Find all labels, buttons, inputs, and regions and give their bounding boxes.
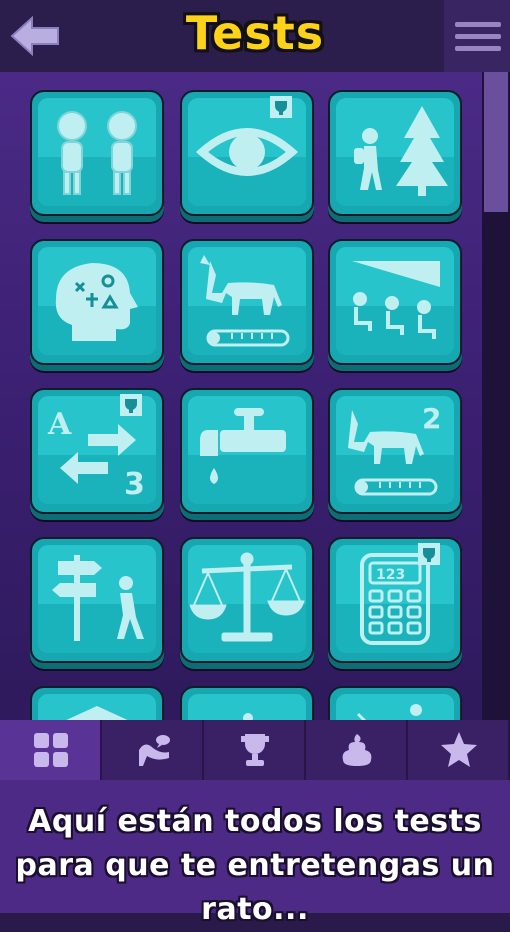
test-tile-row5-1[interactable]	[30, 686, 164, 720]
svg-text:A: A	[47, 407, 72, 442]
header-bar: Tests	[0, 0, 510, 74]
tests-grid[interactable]: A 3 2 123	[0, 72, 510, 720]
test-tile-head-thoughts[interactable]	[30, 239, 164, 365]
eye-icon	[195, 96, 299, 176]
signpost-walker-icon	[52, 555, 144, 641]
waiter-icon	[356, 704, 422, 720]
head-thoughts-icon	[55, 263, 138, 341]
tab-poop[interactable]	[306, 720, 408, 780]
test-tile-faucet[interactable]	[180, 388, 314, 514]
calculator-display: 123	[376, 567, 405, 583]
test-tile-signpost[interactable]	[30, 537, 164, 663]
hiker-tree-icon	[354, 106, 448, 196]
scrollbar[interactable]	[482, 72, 510, 720]
info-message: Aquí están todos los tests para que te e…	[15, 804, 495, 927]
test-tile-troll-faces[interactable]	[30, 90, 164, 216]
star-icon	[441, 732, 477, 767]
balance-scale-icon	[189, 552, 305, 642]
svg-text:2: 2	[422, 402, 441, 435]
page-title: Tests	[185, 6, 325, 60]
test-tile-donkey-2[interactable]: 2	[328, 388, 462, 514]
faucet-drop-icon	[200, 408, 286, 484]
menu-button[interactable]	[444, 0, 510, 72]
tab-psychologist[interactable]	[102, 720, 204, 780]
test-tile-row5-3[interactable]	[328, 686, 462, 720]
poop-icon	[342, 734, 372, 766]
calculator-icon: 123	[360, 543, 440, 645]
test-tile-donkey[interactable]	[180, 239, 314, 365]
trophy-icon	[241, 734, 269, 766]
bottom-tab-bar	[0, 720, 510, 780]
test-tile-balance[interactable]	[180, 537, 314, 663]
test-tile-calculator[interactable]: 123	[328, 537, 462, 663]
test-tile-row5-2[interactable]	[180, 686, 314, 720]
tab-trophies[interactable]	[204, 720, 306, 780]
troll-faces-icon	[57, 111, 137, 195]
house-icon	[66, 706, 128, 720]
tab-all-tests[interactable]	[0, 720, 102, 780]
info-panel: Aquí están todos los tests para que te e…	[0, 780, 510, 927]
cinema-seats-icon	[352, 261, 440, 339]
therapy-couch-icon	[139, 735, 170, 766]
grid-icon	[34, 733, 68, 767]
test-tile-letter-swap[interactable]: A 3	[30, 388, 164, 514]
letter-swap-icon: A 3	[47, 394, 145, 502]
svg-text:3: 3	[124, 467, 145, 502]
test-tile-cinema[interactable]	[328, 239, 462, 365]
donkey-thermometer-icon	[200, 255, 290, 347]
person-icon	[243, 713, 253, 720]
scrollbar-thumb[interactable]	[484, 72, 508, 212]
test-tile-hiker[interactable]	[328, 90, 462, 216]
test-tile-eye[interactable]	[180, 90, 314, 216]
hamburger-menu-icon	[455, 22, 501, 27]
donkey-thermometer-2-icon: 2	[348, 402, 441, 496]
tab-favorites[interactable]	[408, 720, 510, 780]
